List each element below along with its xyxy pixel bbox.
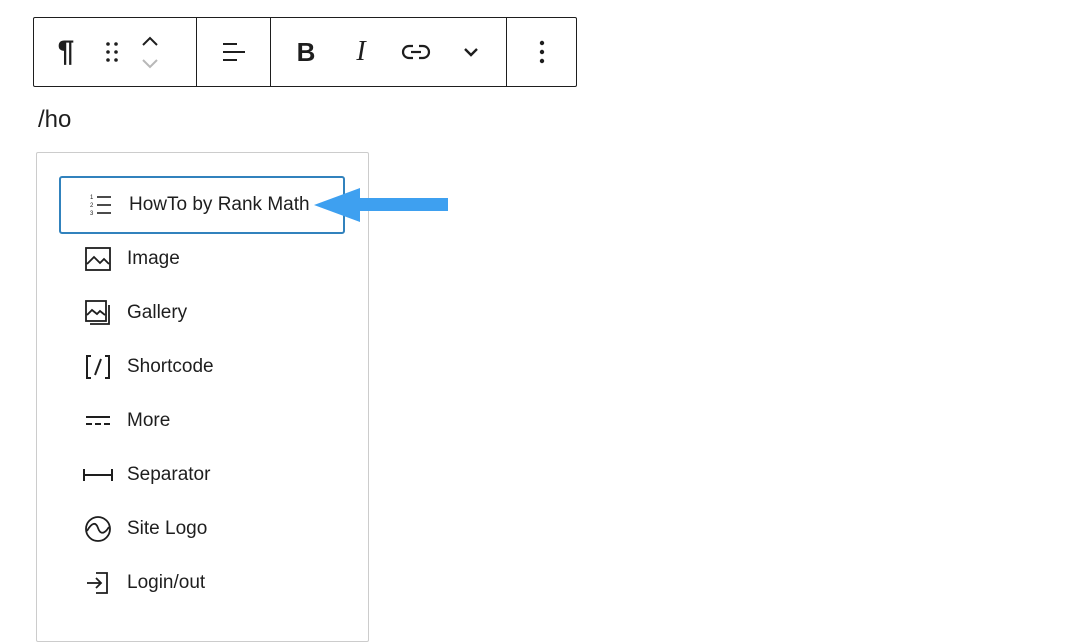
move-down-icon — [142, 59, 158, 69]
inserter-item-label: Shortcode — [127, 356, 214, 377]
inserter-item-gallery[interactable]: Gallery — [59, 284, 345, 342]
inserter-item-shortcode[interactable]: Shortcode — [59, 338, 345, 396]
move-up-button[interactable] — [140, 30, 160, 52]
align-left-icon — [222, 43, 245, 61]
inserter-item-more[interactable]: More — [59, 392, 345, 450]
inserter-item-separator[interactable]: Separator — [59, 446, 345, 504]
toolbar-group-format: B I — [270, 18, 506, 86]
toolbar-group-options — [506, 18, 576, 86]
inserter-item-label: Gallery — [127, 302, 188, 323]
inserter-item-howto[interactable]: 1 2 3 HowTo by Rank Math — [59, 176, 345, 234]
more-icon — [81, 404, 115, 438]
move-up-icon — [142, 36, 158, 46]
block-toolbar: ¶ B I — [33, 17, 577, 87]
more-formats-button[interactable] — [451, 18, 491, 86]
annotation-arrow-icon — [314, 188, 448, 222]
svg-text:1: 1 — [90, 195, 94, 201]
site-logo-icon — [81, 512, 115, 546]
inserter-item-label: Image — [127, 248, 180, 269]
drag-handle-icon — [106, 42, 118, 62]
inserter-item-site-logo[interactable]: Site Logo — [59, 500, 345, 558]
inserter-item-label: Login/out — [127, 572, 206, 593]
options-button[interactable] — [522, 18, 562, 86]
drag-handle-button[interactable] — [98, 18, 126, 86]
link-icon — [401, 44, 431, 60]
inserter-item-login-out[interactable]: Login/out — [59, 554, 345, 612]
align-button[interactable] — [220, 18, 248, 86]
more-options-icon — [539, 40, 544, 64]
gallery-icon — [81, 296, 115, 330]
chevron-down-icon — [464, 48, 478, 57]
bold-button[interactable]: B — [271, 18, 341, 86]
inserter-item-label: HowTo by Rank Math — [129, 194, 310, 215]
link-button[interactable] — [381, 18, 451, 86]
block-mover — [126, 18, 174, 86]
paragraph-text[interactable]: /ho — [38, 106, 71, 134]
svg-text:3: 3 — [90, 211, 94, 217]
separator-icon — [81, 458, 115, 492]
move-down-button[interactable] — [140, 52, 160, 74]
paragraph-block-button[interactable]: ¶ — [34, 18, 98, 86]
shortcode-icon — [81, 350, 115, 384]
inserter-item-label: Site Logo — [127, 518, 208, 539]
bold-icon: B — [296, 36, 316, 67]
inserter-item-label: More — [127, 410, 171, 431]
inserter-item-image[interactable]: Image — [59, 230, 345, 288]
login-icon — [81, 566, 115, 600]
toolbar-group-align — [196, 18, 270, 86]
toolbar-group-block: ¶ — [34, 18, 196, 86]
svg-text:2: 2 — [90, 203, 94, 209]
ordered-list-icon: 1 2 3 — [83, 188, 117, 222]
italic-icon: I — [356, 36, 366, 67]
paragraph-icon: ¶ — [57, 35, 75, 68]
italic-button[interactable]: I — [341, 18, 381, 86]
image-icon — [81, 242, 115, 276]
inserter-item-label: Separator — [127, 464, 211, 485]
